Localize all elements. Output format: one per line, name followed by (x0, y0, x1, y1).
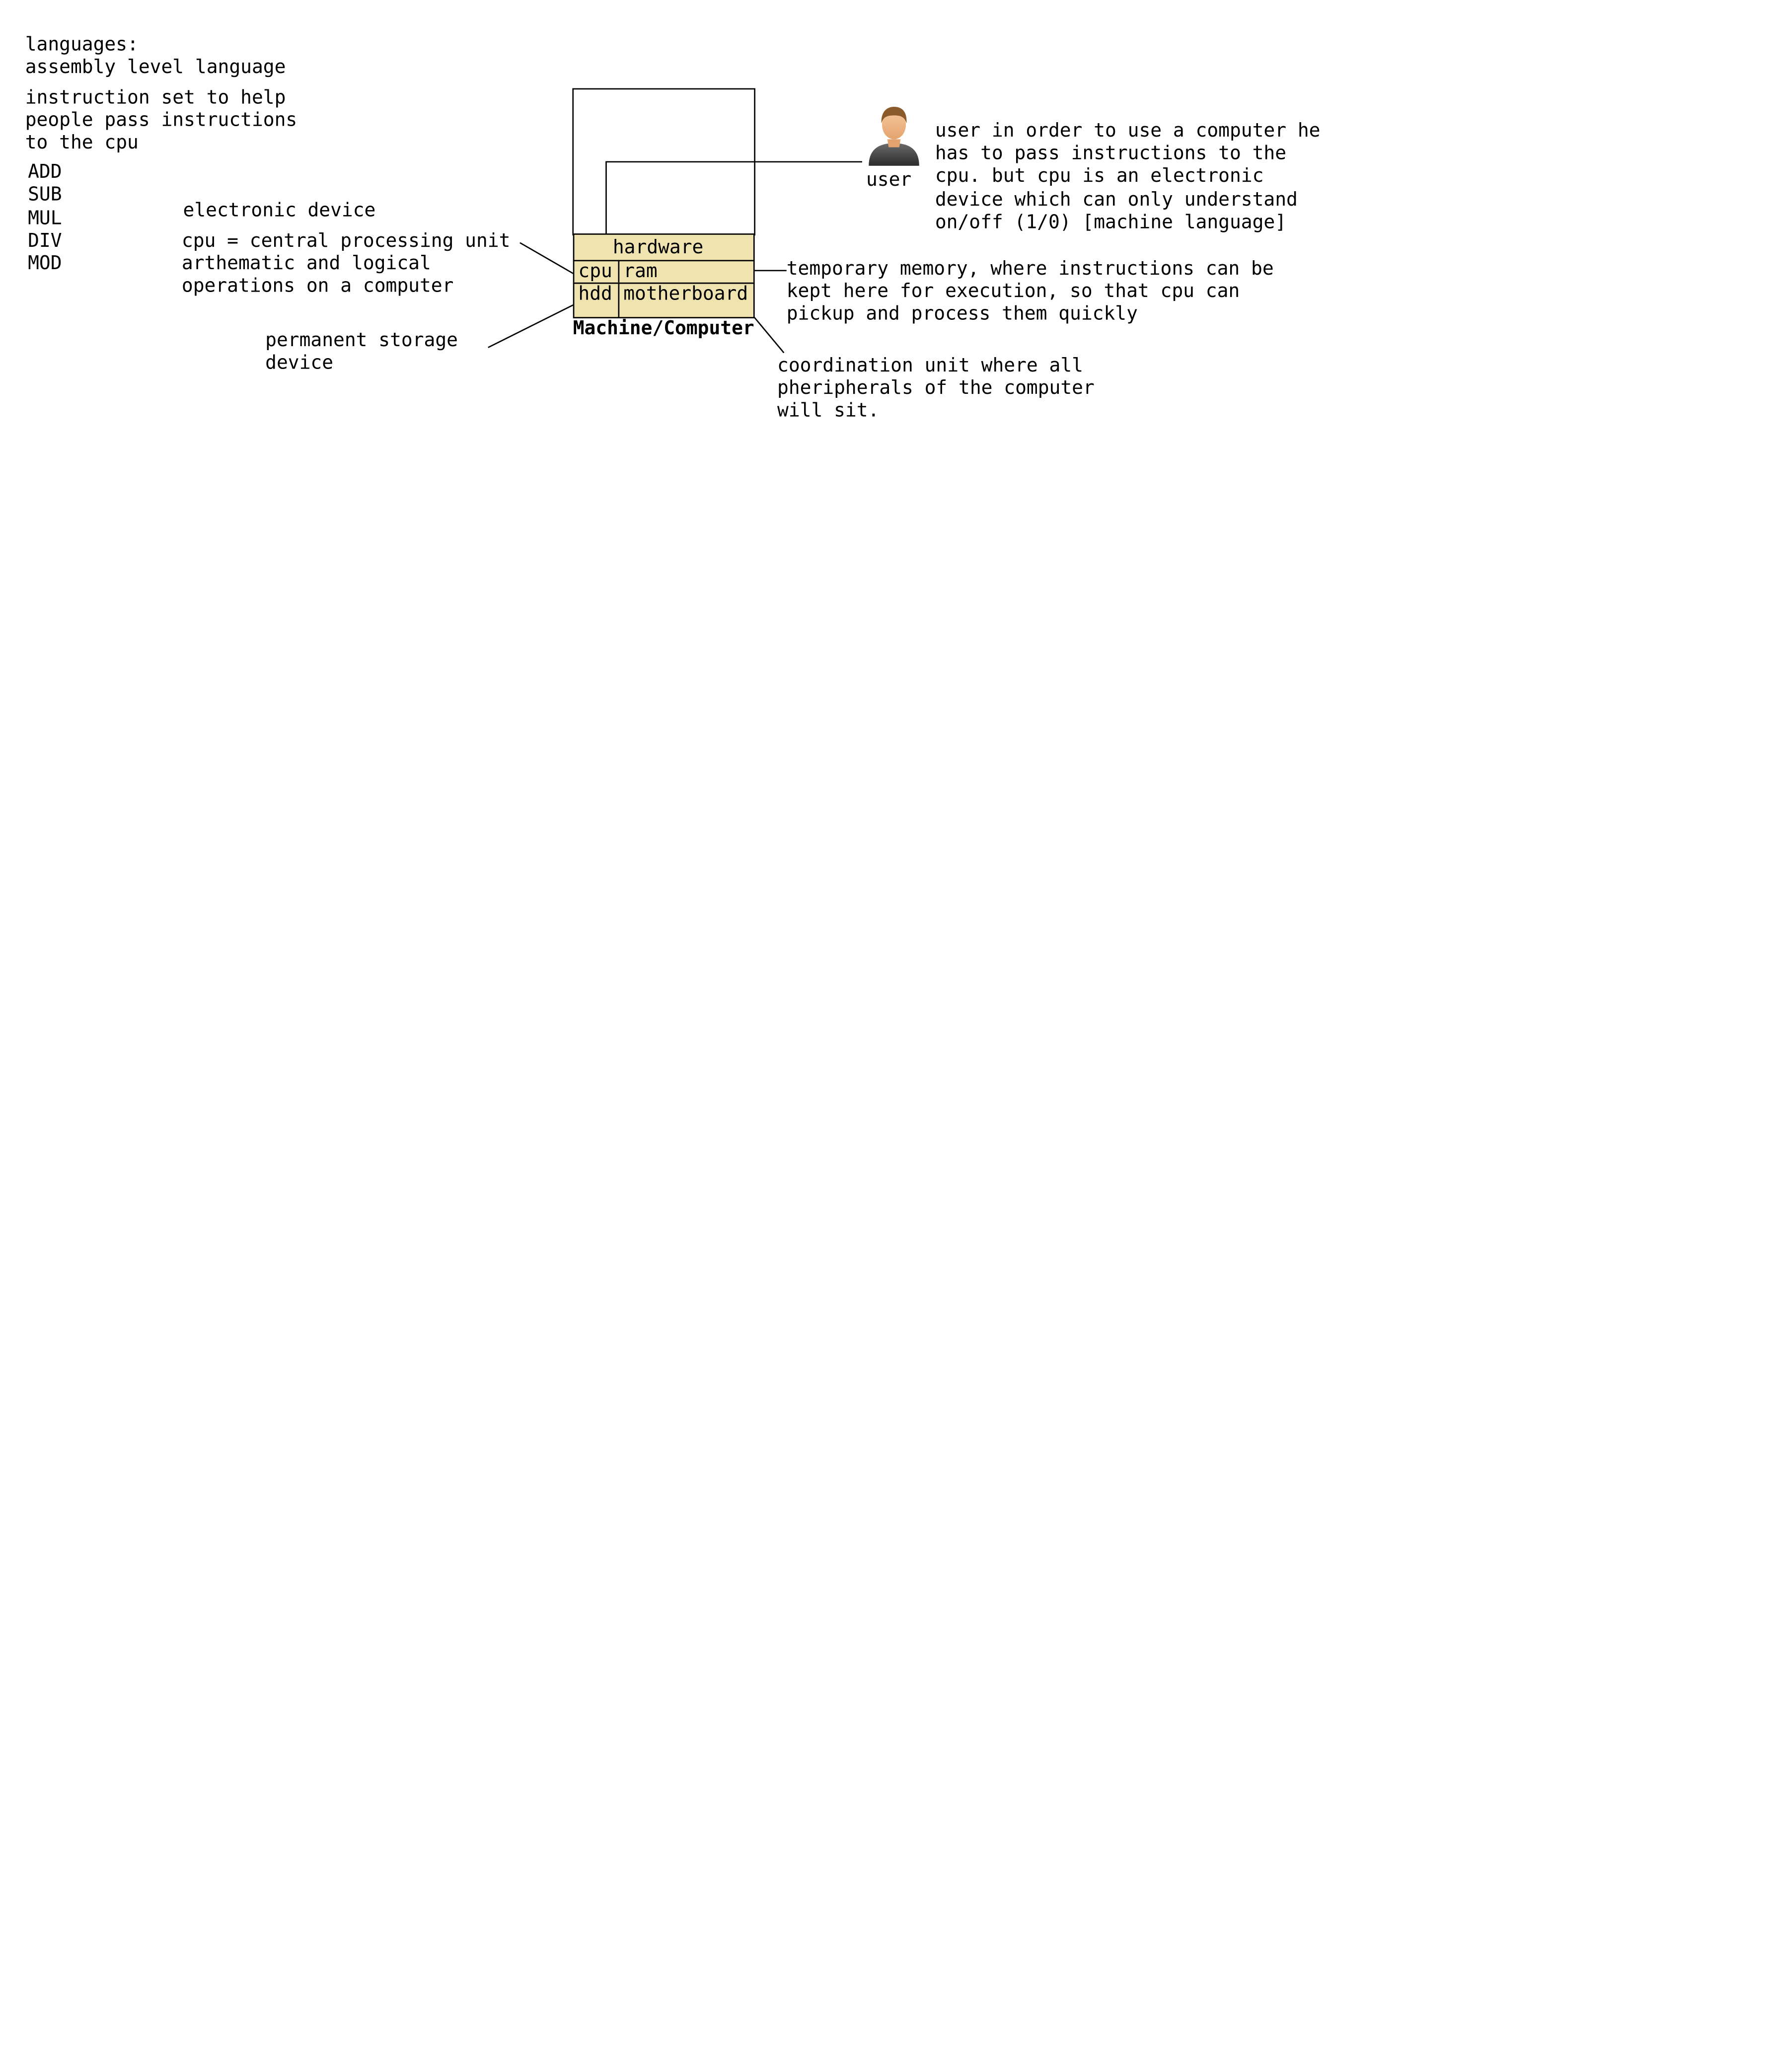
cpu-cell: cpu (573, 260, 620, 284)
opcode-item: ADD (28, 161, 62, 183)
hardware-label: hardware (612, 237, 704, 259)
hdd-cell: hdd (573, 282, 620, 318)
cpu-label: cpu (578, 261, 612, 283)
assembly-language-label: assembly level language (25, 57, 286, 78)
motherboard-label: motherboard (623, 284, 748, 305)
electronic-device-label: electronic device (183, 200, 376, 222)
opcode-item: SUB (28, 184, 62, 206)
ram-description: temporary memory, where instructions can… (786, 258, 1274, 326)
opcode-item: MUL (28, 208, 62, 230)
cpu-description: cpu = central processing unit arthematic… (181, 230, 511, 298)
ram-cell: ram (618, 260, 755, 284)
user-description: user in order to use a computer he has t… (935, 121, 1321, 233)
opcode-item: DIV (28, 230, 62, 252)
motherboard-cell: motherboard (618, 282, 755, 318)
cpu-leader-line (519, 242, 580, 278)
motherboard-description: coordination unit where all pheripherals… (777, 355, 1095, 423)
machine-title: Machine/Computer (573, 318, 754, 340)
hardware-row: hardware (573, 233, 755, 262)
opcode-item: MOD (28, 253, 62, 275)
ram-label: ram (623, 261, 658, 283)
user-label: user (866, 169, 912, 191)
hdd-description: permanent storage device (265, 330, 458, 374)
hdd-leader-line (488, 301, 579, 348)
hdd-label: hdd (578, 284, 612, 305)
instruction-set-note: instruction set to help people pass inst… (25, 87, 297, 154)
user-avatar-icon (866, 105, 922, 166)
diagram-canvas: languages: assembly level language instr… (0, 0, 1772, 2072)
languages-heading: languages: (25, 34, 139, 56)
motherboard-leader-line (750, 312, 785, 354)
